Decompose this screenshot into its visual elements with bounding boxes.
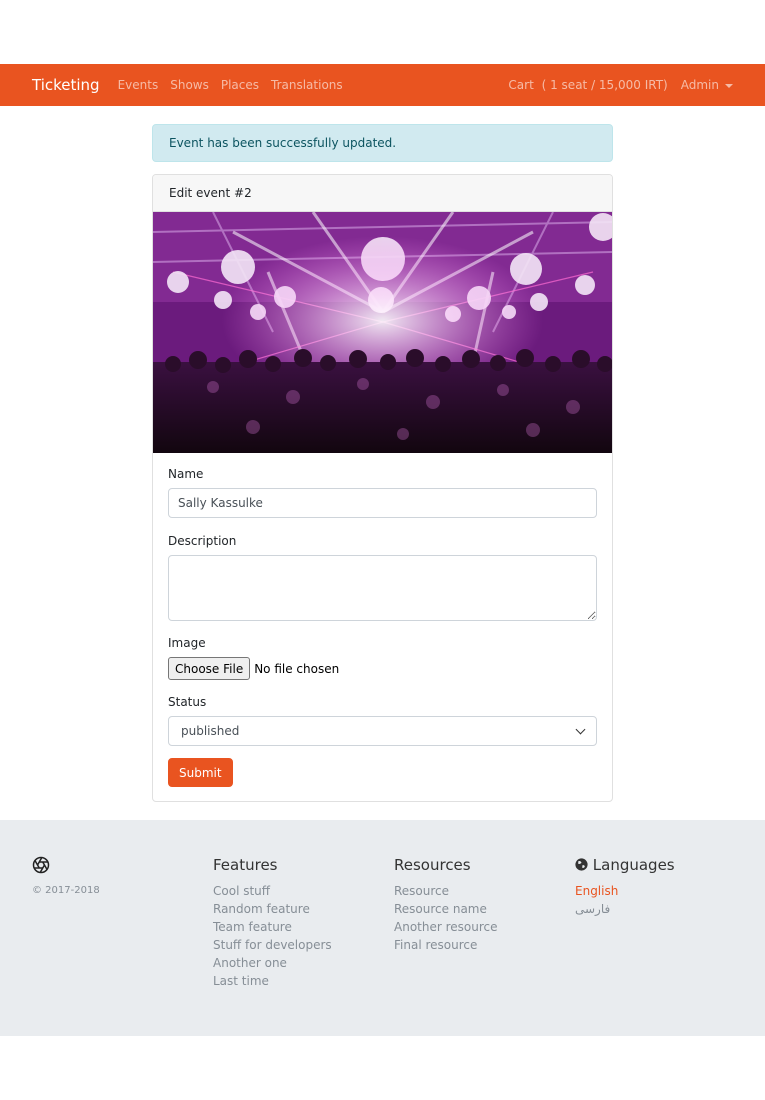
admin-dropdown[interactable]: Admin	[681, 78, 733, 92]
status-selected-value: published	[181, 724, 240, 738]
footer-link[interactable]: Random feature	[213, 900, 332, 918]
features-heading: Features	[213, 856, 278, 874]
footer-link[interactable]: Team feature	[213, 918, 332, 936]
card-header: Edit event #2	[153, 175, 612, 212]
footer-languages: Languages English فارسی	[575, 856, 675, 918]
footer-link[interactable]: Stuff for developers	[213, 936, 332, 954]
footer-link[interactable]: Final resource	[394, 936, 498, 954]
footer-link[interactable]: Resource	[394, 882, 498, 900]
edit-event-card: Edit event #2 Name Sally Kassulke Descri…	[152, 174, 613, 802]
nav-link-events[interactable]: Events	[118, 78, 159, 92]
image-file-input: Choose File No file chosen	[168, 657, 597, 680]
brand-link[interactable]: Ticketing	[32, 76, 100, 94]
language-farsi[interactable]: فارسی	[575, 900, 675, 918]
status-label: Status	[168, 695, 207, 709]
footer: © 2017-2018 Features Cool stuff Random f…	[0, 820, 765, 1036]
description-label: Description	[168, 534, 237, 548]
chevron-down-icon	[575, 724, 586, 734]
language-english[interactable]: English	[575, 882, 675, 900]
top-navbar: Ticketing Events Shows Places Translatio…	[0, 64, 765, 106]
event-image	[153, 212, 612, 453]
submit-button[interactable]: Submit	[168, 758, 233, 787]
footer-link[interactable]: Another resource	[394, 918, 498, 936]
nav-link-translations[interactable]: Translations	[271, 78, 343, 92]
nav-links: Events Shows Places Translations	[118, 78, 343, 92]
admin-label: Admin	[680, 78, 719, 92]
languages-heading: Languages	[575, 856, 675, 874]
footer-features: Features Cool stuff Random feature Team …	[213, 856, 332, 990]
resources-heading: Resources	[394, 856, 471, 874]
nav-link-shows[interactable]: Shows	[170, 78, 209, 92]
card-title: Edit event #2	[169, 186, 252, 200]
footer-link[interactable]: Resource name	[394, 900, 498, 918]
name-input[interactable]	[168, 488, 597, 518]
success-alert: Event has been successfully updated.	[152, 124, 613, 162]
file-status: No file chosen	[254, 661, 340, 676]
languages-title: Languages	[592, 856, 675, 874]
footer-brand: © 2017-2018	[32, 856, 100, 896]
name-label: Name	[168, 467, 204, 481]
footer-link[interactable]: Last time	[213, 972, 332, 990]
cart-label: Cart	[508, 78, 534, 92]
nav-link-places[interactable]: Places	[221, 78, 259, 92]
aperture-icon	[32, 856, 50, 874]
caret-down-icon	[725, 83, 733, 88]
cart-summary: ( 1 seat / 15,000 IRT)	[541, 78, 668, 92]
footer-resources: Resources Resource Resource name Another…	[394, 856, 498, 954]
status-select[interactable]: published	[168, 716, 597, 746]
alert-message: Event has been successfully updated.	[169, 136, 397, 150]
globe-icon	[575, 858, 588, 871]
copyright-text: © 2017-2018	[32, 885, 100, 896]
concert-photo	[153, 212, 612, 453]
footer-link[interactable]: Another one	[213, 954, 332, 972]
description-textarea[interactable]	[168, 555, 597, 621]
edit-event-form: Name Description Image Choose File No fi…	[153, 453, 612, 801]
nav-right: Cart ( 1 seat / 15,000 IRT) Admin	[508, 78, 733, 92]
choose-file-button[interactable]: Choose File	[168, 657, 251, 680]
cart-link[interactable]: Cart ( 1 seat / 15,000 IRT)	[508, 78, 667, 92]
image-label: Image	[168, 636, 206, 650]
footer-link[interactable]: Cool stuff	[213, 882, 332, 900]
